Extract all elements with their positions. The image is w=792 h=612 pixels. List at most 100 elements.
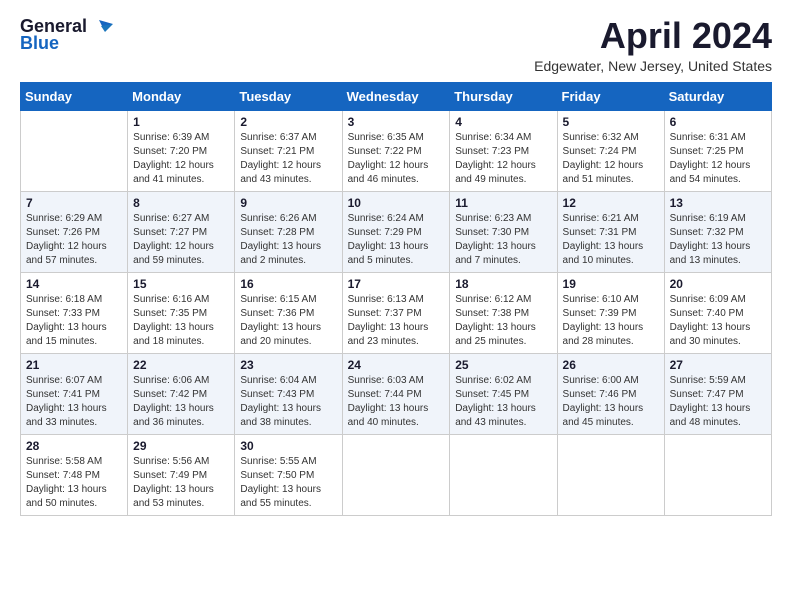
calendar-cell: 7Sunrise: 6:29 AMSunset: 7:26 PMDaylight… [21,191,128,272]
calendar-cell: 24 Sunrise: 6:03 AMSunset: 7:44 PMDayligh… [342,353,450,434]
calendar-cell: 4 Sunrise: 6:34 AMSunset: 7:23 PMDaylight… [450,110,557,191]
column-header-tuesday: Tuesday [235,82,342,110]
column-header-friday: Friday [557,82,664,110]
logo-bird-icon [91,18,113,36]
day-info: Sunrise: 6:24 AMSunset: 7:29 PMDaylight:… [348,212,445,268]
day-number: 27 [670,358,766,372]
calendar-cell [450,434,557,515]
calendar-cell: 10 Sunrise: 6:24 AMSunset: 7:29 PMDayligh… [342,191,450,272]
day-info: Sunrise: 6:10 AMSunset: 7:39 PMDaylight:… [563,293,659,349]
day-number: 1 [133,115,229,129]
day-info: Sunrise: 6:04 AMSunset: 7:43 PMDaylight:… [240,374,336,430]
day-info: Sunrise: 6:26 AMSunset: 7:28 PMDaylight:… [240,212,336,268]
calendar-cell: 26 Sunrise: 6:00 AMSunset: 7:46 PMDayligh… [557,353,664,434]
day-number: 30 [240,439,336,453]
day-number: 29 [133,439,229,453]
calendar-cell: 29 Sunrise: 5:56 AMSunset: 7:49 PMDayligh… [128,434,235,515]
calendar-cell: 23 Sunrise: 6:04 AMSunset: 7:43 PMDayligh… [235,353,342,434]
calendar-week-row: 21 Sunrise: 6:07 AMSunset: 7:41 PMDayligh… [21,353,772,434]
title-block: April 2024 Edgewater, New Jersey, United… [534,16,772,74]
day-info: Sunrise: 6:02 AMSunset: 7:45 PMDaylight:… [455,374,551,430]
day-number: 23 [240,358,336,372]
day-info: Sunrise: 6:15 AMSunset: 7:36 PMDaylight:… [240,293,336,349]
day-number: 5 [563,115,659,129]
calendar-cell: 12 Sunrise: 6:21 AMSunset: 7:31 PMDayligh… [557,191,664,272]
calendar-week-row: 28Sunrise: 5:58 AMSunset: 7:48 PMDayligh… [21,434,772,515]
calendar-cell [21,110,128,191]
day-number: 28 [26,439,122,453]
column-header-wednesday: Wednesday [342,82,450,110]
day-number: 3 [348,115,445,129]
day-number: 8 [133,196,229,210]
calendar-cell: 5Sunrise: 6:32 AMSunset: 7:24 PMDaylight… [557,110,664,191]
day-number: 13 [670,196,766,210]
day-number: 25 [455,358,551,372]
page-header: General Blue April 2024 Edgewater, New J… [20,16,772,74]
day-info: Sunrise: 6:39 AMSunset: 7:20 PMDaylight:… [133,131,229,187]
day-number: 17 [348,277,445,291]
day-info: Sunrise: 6:27 AMSunset: 7:27 PMDaylight:… [133,212,229,268]
calendar-header-row: SundayMondayTuesdayWednesdayThursdayFrid… [21,82,772,110]
day-number: 7 [26,196,122,210]
day-info: Sunrise: 6:12 AMSunset: 7:38 PMDaylight:… [455,293,551,349]
day-number: 24 [348,358,445,372]
day-number: 10 [348,196,445,210]
calendar-cell: 2Sunrise: 6:37 AMSunset: 7:21 PMDaylight… [235,110,342,191]
day-info: Sunrise: 6:23 AMSunset: 7:30 PMDaylight:… [455,212,551,268]
day-info: Sunrise: 6:09 AMSunset: 7:40 PMDaylight:… [670,293,766,349]
calendar-week-row: 7Sunrise: 6:29 AMSunset: 7:26 PMDaylight… [21,191,772,272]
day-info: Sunrise: 6:03 AMSunset: 7:44 PMDaylight:… [348,374,445,430]
calendar-cell: 25 Sunrise: 6:02 AMSunset: 7:45 PMDayligh… [450,353,557,434]
calendar-cell [664,434,771,515]
calendar-cell: 30Sunrise: 5:55 AMSunset: 7:50 PMDayligh… [235,434,342,515]
day-info: Sunrise: 6:34 AMSunset: 7:23 PMDaylight:… [455,131,551,187]
calendar-week-row: 1 Sunrise: 6:39 AMSunset: 7:20 PMDaylight… [21,110,772,191]
calendar-cell [557,434,664,515]
day-info: Sunrise: 6:06 AMSunset: 7:42 PMDaylight:… [133,374,229,430]
day-info: Sunrise: 6:07 AMSunset: 7:41 PMDaylight:… [26,374,122,430]
day-number: 11 [455,196,551,210]
calendar-cell: 19 Sunrise: 6:10 AMSunset: 7:39 PMDayligh… [557,272,664,353]
day-number: 4 [455,115,551,129]
day-number: 12 [563,196,659,210]
calendar-cell: 9Sunrise: 6:26 AMSunset: 7:28 PMDaylight… [235,191,342,272]
calendar-cell: 15 Sunrise: 6:16 AMSunset: 7:35 PMDayligh… [128,272,235,353]
calendar-cell: 28Sunrise: 5:58 AMSunset: 7:48 PMDayligh… [21,434,128,515]
column-header-monday: Monday [128,82,235,110]
calendar-cell: 22 Sunrise: 6:06 AMSunset: 7:42 PMDayligh… [128,353,235,434]
day-number: 22 [133,358,229,372]
day-number: 21 [26,358,122,372]
logo-blue-text: Blue [20,33,59,54]
day-info: Sunrise: 5:56 AMSunset: 7:49 PMDaylight:… [133,455,229,511]
day-info: Sunrise: 6:31 AMSunset: 7:25 PMDaylight:… [670,131,766,187]
calendar-table: SundayMondayTuesdayWednesdayThursdayFrid… [20,82,772,516]
calendar-cell: 14 Sunrise: 6:18 AMSunset: 7:33 PMDayligh… [21,272,128,353]
day-info: Sunrise: 6:00 AMSunset: 7:46 PMDaylight:… [563,374,659,430]
logo: General Blue [20,16,113,54]
calendar-cell: 1 Sunrise: 6:39 AMSunset: 7:20 PMDaylight… [128,110,235,191]
calendar-cell: 13Sunrise: 6:19 AMSunset: 7:32 PMDayligh… [664,191,771,272]
day-info: Sunrise: 6:21 AMSunset: 7:31 PMDaylight:… [563,212,659,268]
calendar-cell: 16 Sunrise: 6:15 AMSunset: 7:36 PMDayligh… [235,272,342,353]
location-text: Edgewater, New Jersey, United States [534,58,772,74]
calendar-cell: 21 Sunrise: 6:07 AMSunset: 7:41 PMDayligh… [21,353,128,434]
day-number: 15 [133,277,229,291]
day-number: 26 [563,358,659,372]
calendar-cell: 17 Sunrise: 6:13 AMSunset: 7:37 PMDayligh… [342,272,450,353]
day-number: 6 [670,115,766,129]
calendar-cell [342,434,450,515]
calendar-cell: 6 Sunrise: 6:31 AMSunset: 7:25 PMDaylight… [664,110,771,191]
day-number: 16 [240,277,336,291]
calendar-cell: 18Sunrise: 6:12 AMSunset: 7:38 PMDayligh… [450,272,557,353]
day-info: Sunrise: 5:59 AMSunset: 7:47 PMDaylight:… [670,374,766,430]
day-info: Sunrise: 6:13 AMSunset: 7:37 PMDaylight:… [348,293,445,349]
calendar-week-row: 14 Sunrise: 6:18 AMSunset: 7:33 PMDayligh… [21,272,772,353]
day-number: 14 [26,277,122,291]
day-number: 2 [240,115,336,129]
month-title: April 2024 [534,16,772,56]
calendar-cell: 27 Sunrise: 5:59 AMSunset: 7:47 PMDayligh… [664,353,771,434]
day-info: Sunrise: 6:18 AMSunset: 7:33 PMDaylight:… [26,293,122,349]
calendar-cell: 20Sunrise: 6:09 AMSunset: 7:40 PMDayligh… [664,272,771,353]
day-number: 19 [563,277,659,291]
day-info: Sunrise: 6:16 AMSunset: 7:35 PMDaylight:… [133,293,229,349]
